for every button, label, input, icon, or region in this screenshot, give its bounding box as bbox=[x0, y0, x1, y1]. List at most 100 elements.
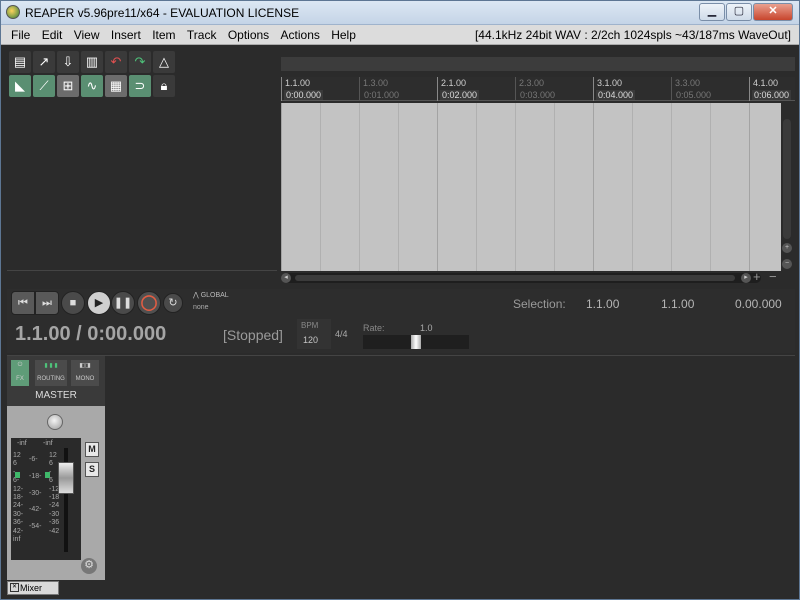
menu-options[interactable]: Options bbox=[224, 25, 273, 42]
transport-bar: ⏮︎ ⏭︎ ■ ▶ ❚❚ ◯ ↻ ⋀ GLOBAL none Selection… bbox=[7, 289, 795, 353]
routing-label: ROUTING bbox=[37, 376, 65, 382]
playrate-slider[interactable] bbox=[363, 335, 469, 349]
mono-label: MONO bbox=[75, 376, 95, 382]
mono-button[interactable]: ◧◨ MONO bbox=[71, 360, 99, 386]
peak-left: -inf bbox=[17, 440, 27, 447]
mixer-panel: ⏻ FX ▮ ▮ ▮ ROUTING ◧◨ MONO MASTER -inf -… bbox=[7, 355, 795, 580]
scroll-right-icon[interactable]: ▸ bbox=[741, 273, 751, 283]
mute-button[interactable]: M bbox=[85, 442, 99, 457]
global-automation-label: GLOBAL bbox=[200, 292, 229, 299]
main-toolbar: ▤ ↗ ⇩ ▥ ↶ ↷ △ ◣ ⟋ ⊞ ∿ ▦ ⊃ 🔒︎ bbox=[7, 49, 177, 99]
routing-meter-icon: ▮ ▮ ▮ bbox=[44, 363, 58, 369]
track-lane-area[interactable] bbox=[281, 103, 781, 271]
minimize-button[interactable]: ▁ bbox=[699, 3, 725, 21]
pan-knob[interactable] bbox=[47, 414, 63, 430]
master-track-name: MASTER bbox=[35, 390, 77, 401]
vertical-scrollbar[interactable]: + − bbox=[782, 119, 792, 279]
ruler-mark: 1.3.00 0:01.000 bbox=[359, 77, 399, 101]
bpm-label: BPM bbox=[301, 321, 319, 330]
go-to-start-button[interactable]: ⏮︎ bbox=[11, 291, 35, 315]
reaper-logo-icon bbox=[6, 5, 20, 19]
arrange-view: 1.1.00 0:00.000 1.3.00 0:01.000 2.1.00 0:02… bbox=[281, 49, 795, 287]
routing-button[interactable]: ▮ ▮ ▮ ROUTING bbox=[35, 360, 67, 386]
stereo-icon: ◧◨ bbox=[79, 363, 91, 369]
peak-right: -inf bbox=[43, 440, 53, 447]
zoom-out-icon[interactable]: − bbox=[782, 259, 792, 269]
metronome-icon[interactable]: △ bbox=[153, 51, 175, 73]
new-project-icon[interactable]: ▤ bbox=[9, 51, 31, 73]
maximize-button[interactable]: ▢ bbox=[726, 3, 752, 21]
open-project-icon[interactable]: ↗ bbox=[33, 51, 55, 73]
meter-scale-left: 126-6-12-18-24-30-36-42-inf bbox=[13, 452, 24, 544]
undo-icon[interactable]: ↶ bbox=[105, 51, 127, 73]
envelope-lock-icon[interactable]: ∿ bbox=[81, 75, 103, 97]
grid-snap-icon[interactable]: ⊞ bbox=[57, 75, 79, 97]
menu-insert[interactable]: Insert bbox=[107, 25, 145, 42]
grid-icon[interactable]: ▦ bbox=[105, 75, 127, 97]
mixer-tab-label: Mixer bbox=[20, 583, 42, 593]
play-button[interactable]: ▶ bbox=[87, 291, 111, 315]
selection-length[interactable]: 0.00.000 bbox=[735, 297, 782, 311]
scroll-left-icon[interactable]: ◂ bbox=[281, 273, 291, 283]
horizontal-scrollbar[interactable]: ◂ ▸ bbox=[281, 273, 761, 283]
loop-icon[interactable]: ⊃ bbox=[129, 75, 151, 97]
project-settings-icon[interactable]: ▥ bbox=[81, 51, 103, 73]
menu-track[interactable]: Track bbox=[183, 25, 221, 42]
go-to-end-button[interactable]: ⏭︎ bbox=[35, 291, 59, 315]
menu-help[interactable]: Help bbox=[327, 25, 360, 42]
audio-device-status[interactable]: [44.1kHz 24bit WAV : 2/2ch 1024spls ~43/… bbox=[475, 28, 791, 42]
fx-button[interactable]: ⏻ FX bbox=[11, 360, 29, 386]
global-automation-value: none bbox=[193, 304, 209, 311]
ruler-mark: 2.3.00 0:03.000 bbox=[515, 77, 555, 101]
menu-edit[interactable]: Edit bbox=[38, 25, 67, 42]
redo-icon[interactable]: ↷ bbox=[129, 51, 151, 73]
automation-icon: ⋀ bbox=[193, 292, 201, 299]
zoom-in-icon[interactable]: + bbox=[782, 243, 792, 253]
meter-level-left bbox=[15, 472, 20, 478]
window-title: REAPER v5.96pre11/x64 - EVALUATION LICEN… bbox=[25, 6, 300, 20]
mixer-tab[interactable]: ✕ Mixer bbox=[7, 581, 59, 595]
meter-level-right bbox=[45, 472, 50, 478]
stop-button[interactable]: ■ bbox=[61, 291, 85, 315]
volume-fader-handle[interactable] bbox=[58, 462, 74, 494]
master-strip-header: ⏻ FX ▮ ▮ ▮ ROUTING ◧◨ MONO MASTER bbox=[7, 356, 105, 406]
title-bar[interactable]: REAPER v5.96pre11/x64 - EVALUATION LICEN… bbox=[1, 1, 799, 25]
menu-item[interactable]: Item bbox=[148, 25, 179, 42]
auto-crossfade-icon[interactable]: ◣ bbox=[9, 75, 31, 97]
reaper-window: REAPER v5.96pre11/x64 - EVALUATION LICEN… bbox=[0, 0, 800, 600]
horizontal-zoom-in-icon[interactable]: + bbox=[753, 269, 761, 284]
ruler-mark: 1.1.00 0:00.000 bbox=[281, 77, 324, 101]
selection-label: Selection: bbox=[513, 297, 566, 311]
global-automation[interactable]: ⋀ GLOBAL none bbox=[193, 291, 229, 311]
rate-label: Rate: bbox=[363, 323, 385, 333]
menu-actions[interactable]: Actions bbox=[277, 25, 324, 42]
timeline-ruler[interactable]: 1.1.00 0:00.000 1.3.00 0:01.000 2.1.00 0:02… bbox=[281, 77, 795, 101]
ruler-mark: 2.1.00 0:02.000 bbox=[437, 77, 480, 101]
tempo-box[interactable]: BPM 120 bbox=[297, 319, 331, 349]
close-button[interactable]: ✕ bbox=[753, 3, 793, 21]
playrate-slider-handle[interactable] bbox=[411, 335, 421, 349]
track-control-panel[interactable] bbox=[7, 101, 277, 271]
bpm-value[interactable]: 120 bbox=[303, 335, 318, 345]
time-signature[interactable]: 4/4 bbox=[335, 329, 348, 339]
repeat-button[interactable]: ↻ bbox=[163, 293, 183, 313]
gear-icon[interactable]: ⚙ bbox=[81, 558, 97, 574]
solo-button[interactable]: S bbox=[85, 462, 99, 477]
timeline-region-bar[interactable] bbox=[281, 57, 795, 71]
menu-file[interactable]: File bbox=[7, 25, 34, 42]
horizontal-zoom-out-icon[interactable]: − bbox=[769, 269, 777, 284]
selection-start[interactable]: 1.1.00 bbox=[586, 297, 619, 311]
ripple-edit-icon[interactable]: ⟋ bbox=[33, 75, 55, 97]
selection-end[interactable]: 1.1.00 bbox=[661, 297, 694, 311]
record-button[interactable]: ◯ bbox=[137, 291, 161, 315]
master-channel-strip: -inf -inf 126-6-12-18-24-30-36-42-inf -6… bbox=[7, 406, 105, 580]
ruler-mark: 3.1.00 0:04.000 bbox=[593, 77, 636, 101]
pause-button[interactable]: ❚❚ bbox=[111, 291, 135, 315]
lock-icon[interactable]: 🔒︎ bbox=[153, 75, 175, 97]
menu-bar: File Edit View Insert Item Track Options… bbox=[1, 25, 799, 45]
close-icon[interactable]: ✕ bbox=[10, 583, 19, 592]
save-project-icon[interactable]: ⇩ bbox=[57, 51, 79, 73]
menu-view[interactable]: View bbox=[70, 25, 104, 42]
power-icon: ⏻ bbox=[17, 362, 23, 368]
play-position[interactable]: 1.1.00 / 0:00.000 bbox=[15, 323, 166, 346]
